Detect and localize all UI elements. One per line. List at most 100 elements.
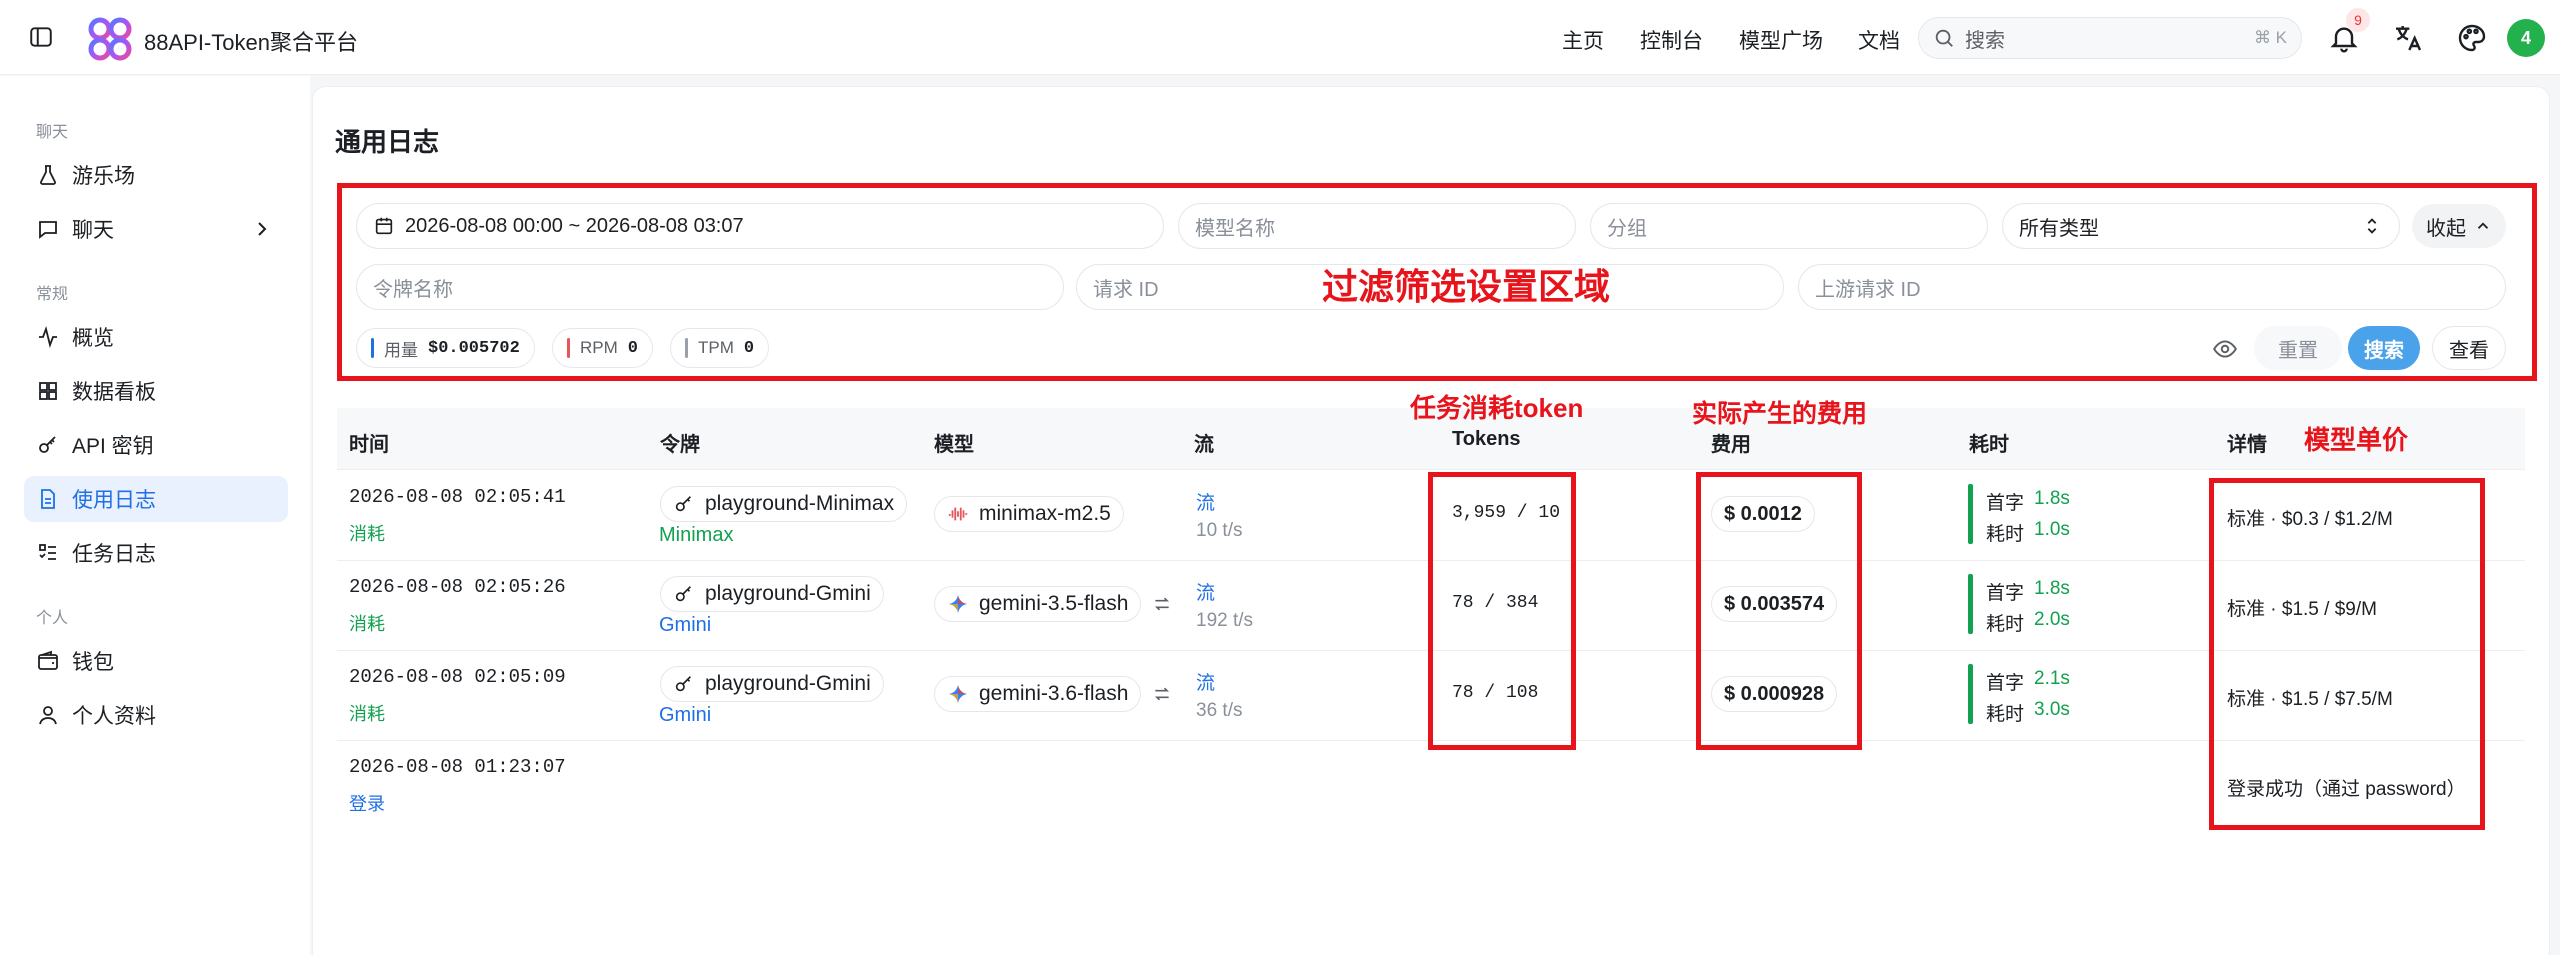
row-type: 消耗 <box>349 524 385 544</box>
cost-annotation-box <box>1696 472 1862 750</box>
first-token-label: 首字 <box>1986 493 2025 514</box>
col-header-cost: 费用 <box>1711 434 1751 456</box>
sidebar-item-label: 个人资料 <box>72 705 156 728</box>
list-check-icon <box>39 544 56 560</box>
top-bar: 88API-Token聚合平台 主页 控制台 模型广场 文档 搜索 ⌘ K 9 … <box>0 0 2560 75</box>
total-time-value: 3.0s <box>2034 699 2070 720</box>
sidebar-item-chat[interactable]: 聊天 <box>24 206 288 252</box>
search-icon <box>1935 29 1953 47</box>
row-group: Minimax <box>659 524 734 546</box>
row-type: 登录 <box>349 794 385 814</box>
sidebar-section-chat: 聊天 <box>36 124 69 141</box>
sidebar-item-dashboard[interactable]: 数据看板 <box>24 368 288 414</box>
row-time: 2026-08-08 02:05:09 <box>349 666 566 688</box>
col-header-time: 时间 <box>349 434 389 456</box>
user-avatar[interactable]: 4 <box>2507 19 2545 57</box>
total-time-value: 1.0s <box>2034 519 2070 540</box>
row-stream: 流 <box>1196 673 1216 694</box>
row-speed: 192 t/s <box>1196 610 1254 631</box>
translate-icon[interactable] <box>2392 22 2424 54</box>
col-header-detail: 详情 <box>2227 434 2267 456</box>
chat-bubble-icon <box>39 221 57 239</box>
token-chip[interactable]: playground-Minimax <box>660 486 908 522</box>
row-group: Gmini <box>659 704 712 726</box>
model-name: gemini-3.6-flash <box>979 682 1129 705</box>
global-search[interactable]: 搜索 ⌘ K <box>1918 17 2302 59</box>
chevron-right-icon <box>258 222 267 236</box>
transfer-icon <box>1154 687 1170 701</box>
row-group: Gmini <box>659 614 712 636</box>
token-chip[interactable]: playground-Gmini <box>660 576 884 612</box>
wallet-icon <box>38 650 58 670</box>
minimax-logo-icon <box>948 507 968 521</box>
row-type: 消耗 <box>349 704 385 724</box>
sidebar-item-label: 使用日志 <box>72 489 156 512</box>
sidebar-item-wallet[interactable]: 钱包 <box>24 638 288 684</box>
key-icon <box>39 436 56 453</box>
row-speed: 36 t/s <box>1196 700 1243 721</box>
search-placeholder: 搜索 <box>1965 29 2005 52</box>
sidebar-item-usage-logs[interactable]: 使用日志 <box>24 476 288 522</box>
nav-models[interactable]: 模型广场 <box>1739 25 1823 55</box>
sidebar-item-label: 任务日志 <box>72 543 156 566</box>
sidebar-item-label: 聊天 <box>72 219 114 242</box>
first-token-value: 2.1s <box>2034 668 2070 689</box>
row-type: 消耗 <box>349 614 385 634</box>
brand-name[interactable]: 88API-Token聚合平台 <box>144 25 358 57</box>
nav-docs[interactable]: 文档 <box>1858 25 1900 55</box>
col-header-stream: 流 <box>1194 434 1214 456</box>
sidebar-section-general: 常规 <box>36 286 69 303</box>
key-icon <box>675 676 692 692</box>
latency-bar <box>1968 664 1973 724</box>
first-token-value: 1.8s <box>2034 488 2070 509</box>
latency-bar <box>1968 574 1973 634</box>
first-token-label: 首字 <box>1986 673 2025 694</box>
palette-icon[interactable] <box>2456 22 2488 54</box>
model-name: minimax-m2.5 <box>979 502 1111 525</box>
flask-icon <box>40 165 56 185</box>
model-chip[interactable]: gemini-3.5-flash <box>934 586 1142 622</box>
brand-logo-icon[interactable] <box>88 17 132 61</box>
sidebar-item-task-logs[interactable]: 任务日志 <box>24 530 288 576</box>
sidebar-section-personal: 个人 <box>36 610 69 627</box>
activity-icon <box>39 325 57 349</box>
sidebar-item-label: 游乐场 <box>72 165 135 188</box>
model-chip[interactable]: gemini-3.6-flash <box>934 676 1142 712</box>
key-icon <box>675 586 692 602</box>
token-name: playground-Gmini <box>705 582 871 605</box>
token-chip[interactable]: playground-Gmini <box>660 666 884 702</box>
total-time-value: 2.0s <box>2034 609 2070 630</box>
sidebar-item-label: 概览 <box>72 327 114 350</box>
page-title: 通用日志 <box>335 127 440 157</box>
sidebar-item-playground[interactable]: 游乐场 <box>24 152 288 198</box>
user-icon <box>39 706 57 725</box>
sidebar-item-profile[interactable]: 个人资料 <box>24 692 288 738</box>
col-header-latency: 耗时 <box>1969 434 2009 456</box>
row-time: 2026-08-08 02:05:26 <box>349 576 566 598</box>
notification-badge: 9 <box>2346 8 2370 32</box>
model-chip[interactable]: minimax-m2.5 <box>934 496 1124 532</box>
token-name: playground-Minimax <box>705 492 895 515</box>
filter-area-annotation: 过滤筛选设置区域 <box>1322 266 1611 307</box>
row-time: 2026-08-08 01:23:07 <box>349 756 566 778</box>
sidebar-item-api-keys[interactable]: API 密钥 <box>24 422 288 468</box>
total-time-label: 耗时 <box>1986 614 2025 635</box>
latency-bar <box>1968 484 1973 544</box>
sidebar-toggle-icon[interactable] <box>28 24 54 50</box>
model-name: gemini-3.5-flash <box>979 592 1129 615</box>
sidebar-item-overview[interactable]: 概览 <box>24 314 288 360</box>
sidebar-item-label: API 密钥 <box>72 435 154 458</box>
unit-price-annotation: 模型单价 <box>2304 425 2409 455</box>
sidebar-item-label: 数据看板 <box>72 381 156 404</box>
gemini-logo-icon <box>948 684 968 704</box>
cost-annotation: 实际产生的费用 <box>1692 400 1868 428</box>
key-icon <box>675 496 692 512</box>
col-header-tokens: Tokens <box>1452 428 1521 450</box>
row-stream: 流 <box>1196 493 1216 514</box>
nav-home[interactable]: 主页 <box>1562 25 1604 55</box>
nav-console[interactable]: 控制台 <box>1640 25 1703 55</box>
total-time-label: 耗时 <box>1986 704 2025 725</box>
col-header-model: 模型 <box>934 434 974 456</box>
grid-icon <box>39 382 57 400</box>
first-token-label: 首字 <box>1986 583 2025 604</box>
